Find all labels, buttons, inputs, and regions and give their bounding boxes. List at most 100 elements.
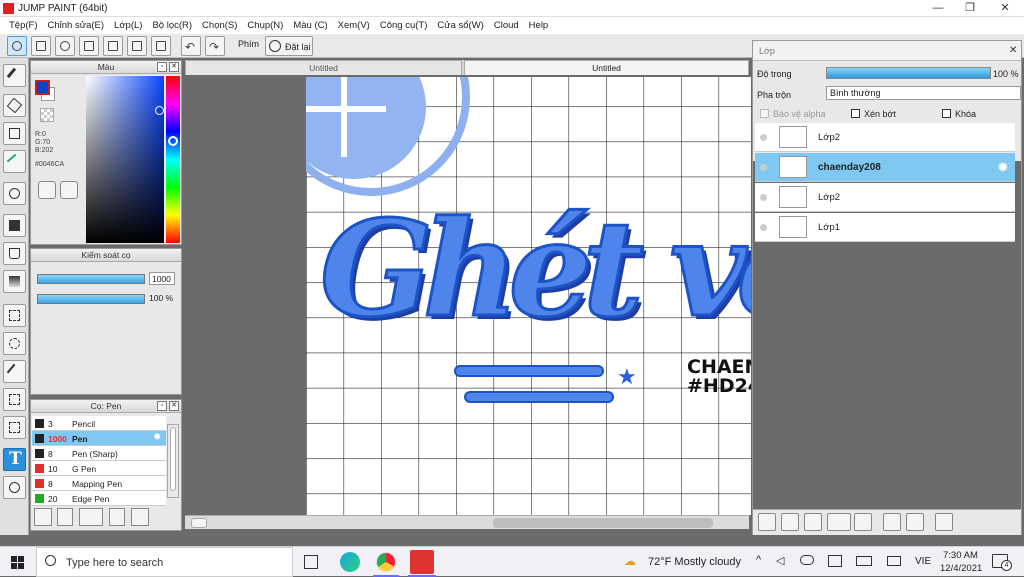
grid-icon[interactable] [151,36,171,56]
delete-layer-icon[interactable] [935,513,953,531]
palette-settings-icon[interactable] [60,181,78,199]
menu-help[interactable]: Help [524,20,554,31]
speaker-icon[interactable]: ◁ [776,554,784,567]
chrome-icon[interactable] [376,552,396,572]
windows-start-icon[interactable] [11,556,24,569]
brush-list-item[interactable]: 8 Pen (Sharp) [32,446,166,461]
reset-button[interactable]: Đặt lại [265,36,313,56]
brush-list-item[interactable]: 3 Pencil [32,416,166,431]
sv-cursor[interactable] [155,106,164,115]
protect-alpha-checkbox[interactable] [760,109,769,118]
comment-icon[interactable] [55,36,75,56]
move-tool-icon[interactable] [3,182,26,205]
brush-folder-icon[interactable] [131,508,149,526]
magic-wand-tool-icon[interactable] [3,360,26,383]
menu-edit[interactable]: Chỉnh sửa(E) [43,20,110,31]
gear-icon[interactable]: ✹ [153,432,161,443]
menu-filter[interactable]: Bộ lọc(R) [147,20,197,31]
select-pen-tool-icon[interactable] [3,388,26,411]
palette-icon[interactable] [38,181,56,199]
menu-layer[interactable]: Lớp(L) [109,20,147,31]
layer-row[interactable]: Lớp2 [755,183,1015,212]
edge-icon[interactable] [340,552,360,572]
hue-slider[interactable] [166,76,180,243]
menu-cloud[interactable]: Cloud [489,20,524,31]
task-view-icon[interactable] [304,555,318,569]
weather-text[interactable]: 72°F Mostly cloudy [648,556,741,568]
minimize-button[interactable]: — [923,1,953,16]
close-button[interactable]: ✕ [990,1,1020,16]
color-sv-picker[interactable] [86,76,164,243]
duplicate-layer-icon[interactable] [883,513,901,531]
scroll-left-icon[interactable] [191,518,207,528]
layers-close-icon[interactable]: ✕ [1009,41,1017,61]
undo-icon[interactable]: ↶ [181,36,201,56]
brush-list-scrollbar[interactable] [167,424,179,498]
drawing-canvas[interactable]: Ghét vẽ ★ CHAEND #HD247 [306,77,751,515]
text-tool-icon[interactable]: T [3,448,26,471]
layer-visibility-icon[interactable] [760,194,767,201]
brush-list-item[interactable]: 10 G Pen [32,461,166,476]
layer-row[interactable]: chaenday208 ✹ [755,153,1015,182]
new-raster-layer-icon[interactable] [781,513,799,531]
layer-visibility-icon[interactable] [760,134,767,141]
keyboard-icon[interactable] [856,556,872,566]
brush-settings-icon[interactable] [109,508,125,526]
panel-float-icon[interactable]: ▫ [157,62,167,72]
select-rect-tool-icon[interactable] [3,304,26,327]
brush-list-item[interactable]: 8 Mapping Pen [32,476,166,491]
hue-cursor[interactable] [168,136,178,146]
display-icon[interactable] [887,556,901,566]
horizontal-scrollbar[interactable] [185,515,749,529]
eraser-tool-icon[interactable] [3,94,26,117]
brush-list-item[interactable]: 20 Edge Pen [32,491,166,506]
menu-color[interactable]: Màu (C) [288,20,332,31]
menu-capture[interactable]: Chụp(N) [242,20,288,31]
menu-select[interactable]: Chọn(S) [197,20,242,31]
layer-row[interactable]: Lớp2 [755,123,1015,152]
language-indicator[interactable]: VIE [915,556,931,567]
notification-icon[interactable]: 4 [992,554,1012,571]
line-tool-icon[interactable] [3,150,26,173]
bucket-tool-icon[interactable] [3,242,26,265]
redo-icon[interactable]: ↷ [205,36,225,56]
layer-folder-icon[interactable] [854,513,872,531]
brush-tool-icon[interactable] [3,64,26,87]
document-icon[interactable] [103,36,123,56]
add-layer-menu-icon[interactable] [827,513,851,531]
new-vector-layer-icon[interactable] [804,513,822,531]
brush-list-item[interactable]: 1000 Pen ✹ [32,431,166,446]
fg-color-swatch[interactable] [35,80,50,95]
doc-tab-2[interactable]: Untitled [464,60,749,75]
panel-close-icon[interactable]: ✕ [169,62,179,72]
merge-layer-icon[interactable] [906,513,924,531]
menu-window[interactable]: Cửa sổ(W) [432,20,488,31]
panel-float-icon[interactable]: ▫ [157,401,167,411]
export-icon[interactable] [31,36,51,56]
brush-menu-icon[interactable] [79,508,103,526]
new-doc-icon[interactable] [7,36,27,56]
new-brush-icon[interactable] [57,508,73,526]
panel-close-icon[interactable]: ✕ [169,401,179,411]
brush-opacity-slider[interactable] [37,294,145,304]
brush-size-slider[interactable] [37,274,145,284]
transparent-swatch[interactable] [40,108,54,122]
layer-visibility-icon[interactable] [760,224,767,231]
new-layer-icon[interactable] [758,513,776,531]
chevron-up-icon[interactable]: ^ [756,554,761,566]
clipping-checkbox[interactable] [851,109,860,118]
message-icon[interactable] [79,36,99,56]
blend-mode-select[interactable]: Bình thường [826,86,1021,100]
add-brush-icon[interactable] [34,508,52,526]
layer-opacity-slider[interactable] [826,67,991,79]
gear-icon[interactable]: ✹ [997,159,1009,176]
rect-tool-icon[interactable] [3,122,26,145]
page-icon[interactable] [127,36,147,56]
gradient-tool-icon[interactable] [3,270,26,293]
maximize-button[interactable]: ❐ [955,1,985,16]
fill-rect-tool-icon[interactable] [3,214,26,237]
taskbar-search[interactable]: Type here to search [36,547,293,577]
onedrive-icon[interactable] [800,555,814,565]
network-icon[interactable] [828,555,842,567]
clock-date[interactable]: 12/4/2021 [940,563,982,574]
